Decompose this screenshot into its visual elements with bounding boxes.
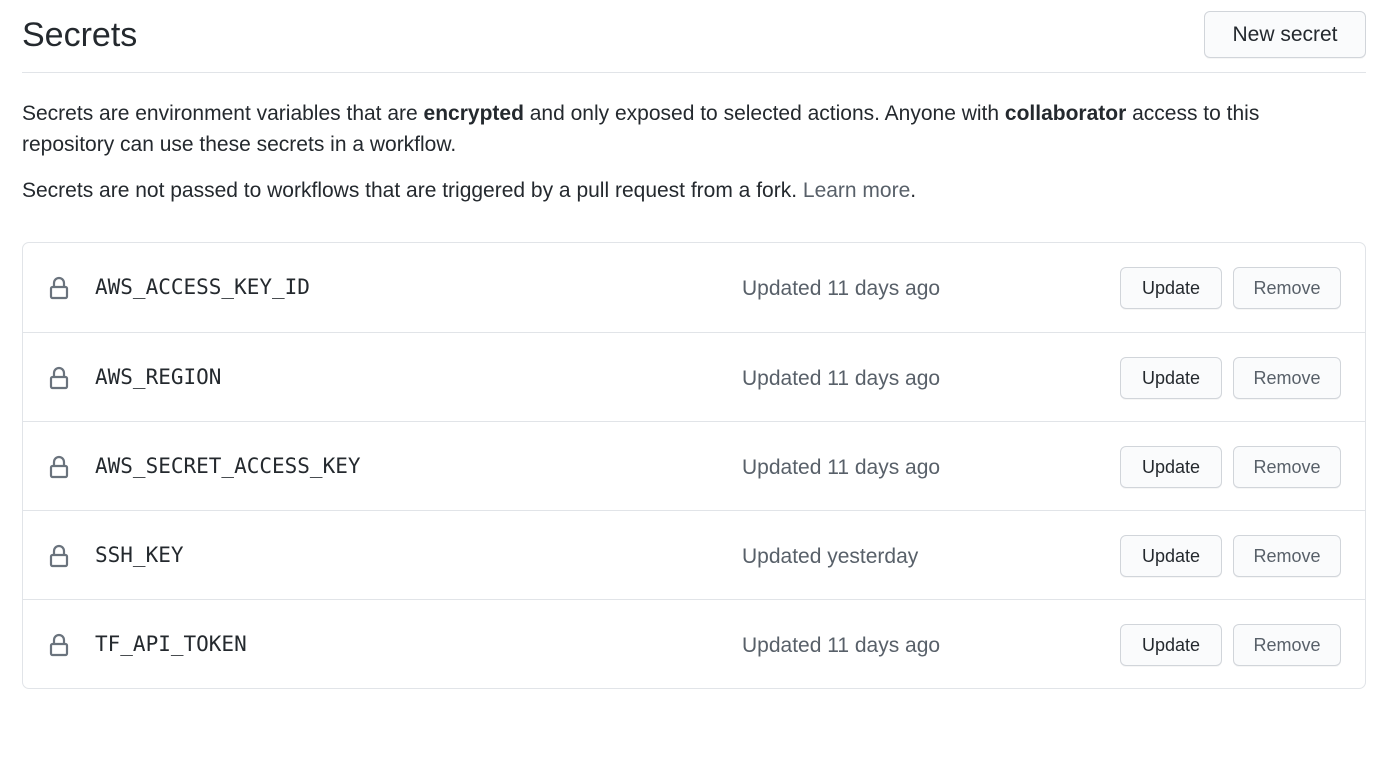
secrets-description: Secrets are environment variables that a… bbox=[22, 98, 1352, 160]
secret-name: SSH_KEY bbox=[95, 543, 184, 567]
remove-button[interactable]: Remove bbox=[1233, 535, 1341, 577]
secret-updated-time: Updated 11 days ago bbox=[742, 277, 941, 300]
lock-icon bbox=[49, 633, 69, 657]
update-button[interactable]: Update bbox=[1120, 446, 1222, 488]
fork-notice-text: Secrets are not passed to workflows that… bbox=[22, 179, 803, 202]
secret-row: AWS_ACCESS_KEY_ID Updated 11 days ago Up… bbox=[23, 243, 1365, 332]
remove-button[interactable]: Remove bbox=[1233, 267, 1341, 309]
secret-updated-time: Updated 11 days ago bbox=[742, 634, 941, 657]
secret-row: TF_API_TOKEN Updated 11 days ago Update … bbox=[23, 599, 1365, 688]
description-emphasis-encrypted: encrypted bbox=[423, 102, 524, 125]
secret-name: AWS_ACCESS_KEY_ID bbox=[95, 275, 310, 299]
fork-notice: Secrets are not passed to workflows that… bbox=[22, 175, 1352, 206]
secret-name: TF_API_TOKEN bbox=[95, 632, 247, 656]
secret-name: AWS_SECRET_ACCESS_KEY bbox=[95, 454, 361, 478]
update-button[interactable]: Update bbox=[1120, 267, 1222, 309]
secret-row: AWS_SECRET_ACCESS_KEY Updated 11 days ag… bbox=[23, 421, 1365, 510]
secret-row: SSH_KEY Updated yesterday Update Remove bbox=[23, 510, 1365, 599]
new-secret-button[interactable]: New secret bbox=[1204, 11, 1366, 58]
secret-updated-time: Updated 11 days ago bbox=[742, 367, 941, 390]
remove-button[interactable]: Remove bbox=[1233, 357, 1341, 399]
learn-more-link[interactable]: Learn more bbox=[803, 179, 910, 202]
remove-button[interactable]: Remove bbox=[1233, 624, 1341, 666]
secret-row: AWS_REGION Updated 11 days ago Update Re… bbox=[23, 332, 1365, 421]
description-emphasis-collaborator: collaborator bbox=[1004, 102, 1127, 125]
remove-button[interactable]: Remove bbox=[1233, 446, 1341, 488]
secrets-page: Secrets New secret Secrets are environme… bbox=[22, 0, 1366, 689]
page-title: Secrets bbox=[22, 16, 138, 54]
secrets-list: AWS_ACCESS_KEY_ID Updated 11 days ago Up… bbox=[22, 242, 1366, 689]
update-button[interactable]: Update bbox=[1120, 624, 1222, 666]
page-header: Secrets New secret bbox=[22, 0, 1366, 73]
lock-icon bbox=[49, 366, 69, 390]
lock-icon bbox=[49, 455, 69, 479]
secret-name: AWS_REGION bbox=[95, 365, 222, 389]
secret-updated-time: Updated 11 days ago bbox=[742, 456, 941, 479]
update-button[interactable]: Update bbox=[1120, 357, 1222, 399]
lock-icon bbox=[49, 544, 69, 568]
description-text: Secrets are environment variables that a… bbox=[22, 102, 424, 125]
description-text: and only exposed to selected actions. An… bbox=[523, 102, 1005, 125]
secret-updated-time: Updated yesterday bbox=[742, 545, 919, 568]
lock-icon bbox=[49, 276, 69, 300]
fork-notice-period: . bbox=[910, 179, 917, 202]
update-button[interactable]: Update bbox=[1120, 535, 1222, 577]
